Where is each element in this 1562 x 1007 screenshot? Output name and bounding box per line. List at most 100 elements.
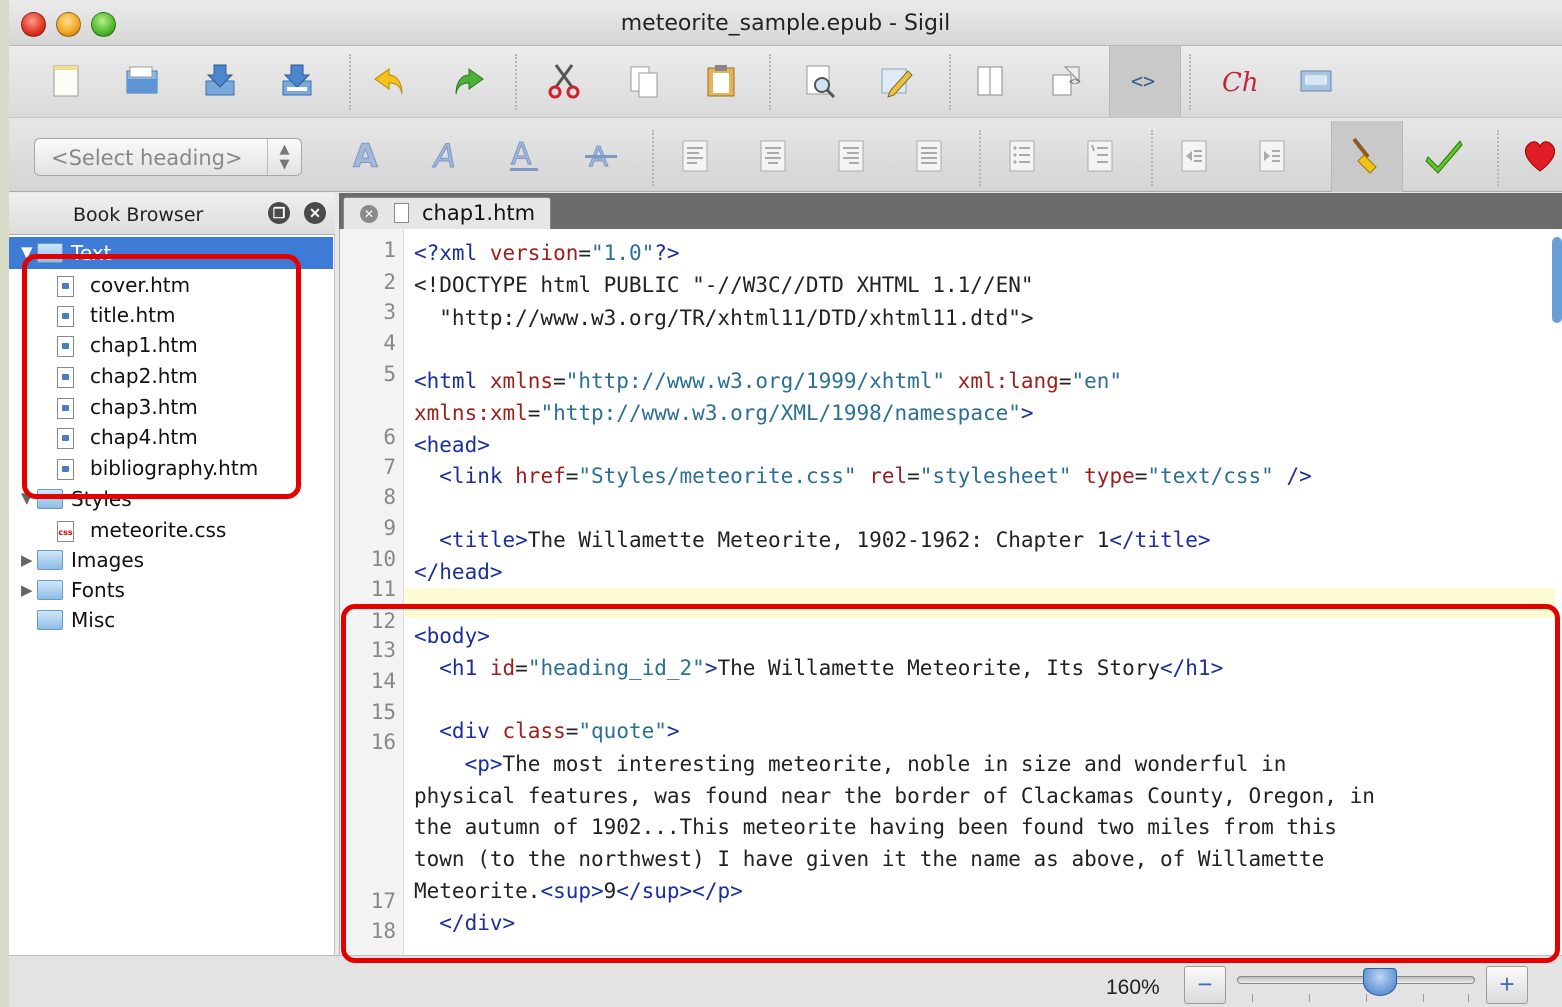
- code-token: <link: [414, 464, 516, 488]
- close-tab-icon[interactable]: ✕: [360, 205, 378, 223]
- code-token: =: [515, 656, 528, 680]
- folder-icon: [37, 550, 63, 570]
- chevron-right-icon[interactable]: ▶: [21, 551, 33, 569]
- code-token: "heading_id_2": [527, 656, 705, 680]
- main-toolbar: <> <> Ch: [9, 46, 1562, 118]
- code-token: version: [489, 241, 579, 265]
- chevron-down-icon[interactable]: ▼: [21, 243, 33, 261]
- numbered-list-icon[interactable]: [1077, 132, 1123, 178]
- code-line-16-wrap-1: <p>The most interesting meteorite, noble…: [414, 752, 1287, 776]
- line-number: 8: [383, 485, 396, 509]
- float-panel-icon[interactable]: ❐: [268, 202, 290, 224]
- code-token: href: [515, 464, 566, 488]
- increase-indent-icon[interactable]: [1249, 132, 1295, 178]
- clean-source-icon[interactable]: [1343, 132, 1389, 178]
- code-token: <html: [414, 369, 490, 393]
- zoom-in-button[interactable]: +: [1486, 966, 1528, 1004]
- chevron-down-icon[interactable]: ▼: [21, 489, 33, 507]
- paste-icon[interactable]: [698, 58, 744, 104]
- align-right-icon[interactable]: [828, 132, 874, 178]
- code-line-17: Meteorite.<sup>9</sup></p>: [414, 879, 743, 903]
- code-token: >: [1020, 401, 1034, 425]
- code-token: Meteorite.: [414, 879, 541, 903]
- vertical-scrollbar[interactable]: [1552, 237, 1562, 323]
- validate-icon[interactable]: [1421, 132, 1467, 178]
- html-file-icon: [57, 428, 74, 449]
- open-icon[interactable]: [119, 58, 165, 104]
- tiles-icon[interactable]: [1293, 58, 1339, 104]
- tree-file-label: meteorite.css: [90, 518, 227, 542]
- save-as-icon[interactable]: [274, 58, 320, 104]
- html-file-icon: [57, 398, 74, 419]
- donate-icon[interactable]: [1517, 132, 1562, 178]
- line-number: 5: [383, 362, 396, 386]
- line-number: 18: [370, 919, 396, 943]
- zoom-out-button[interactable]: −: [1184, 966, 1226, 1004]
- code-line-14: <h1 id="heading_id_2">The Willamette Met…: [414, 656, 1223, 680]
- tree-file-label: chap3.htm: [90, 395, 198, 419]
- bold-icon[interactable]: A: [344, 132, 390, 178]
- code-token: 9: [603, 879, 617, 903]
- line-number: 4: [383, 331, 396, 355]
- tab-label: chap1.htm: [422, 201, 536, 225]
- chevron-right-icon[interactable]: ▶: [21, 581, 33, 599]
- status-bar: 160% − +: [9, 955, 1562, 1007]
- code-token: "quote": [578, 719, 667, 743]
- new-file-icon[interactable]: [42, 58, 88, 104]
- book-view-icon[interactable]: [967, 58, 1013, 104]
- code-view-icon[interactable]: <>: [1122, 58, 1168, 104]
- strikethrough-icon[interactable]: A: [578, 132, 624, 178]
- tab-chap1[interactable]: ✕ chap1.htm: [343, 197, 551, 229]
- code-line-5: <html xmlns="http://www.w3.org/1999/xhtm…: [414, 369, 1122, 393]
- close-panel-icon[interactable]: ✕: [304, 202, 326, 224]
- code-line-1: <?xml version="1.0"?>: [414, 241, 680, 265]
- code-token: <title>: [414, 528, 528, 552]
- code-token: rel: [869, 464, 908, 488]
- title-bar: meteorite_sample.epub - Sigil: [9, 0, 1562, 46]
- code-line-16-wrap-3: the autumn of 1902...This meteorite havi…: [414, 815, 1337, 839]
- code-token: =: [907, 464, 920, 488]
- align-center-icon[interactable]: [750, 132, 796, 178]
- bullet-list-icon[interactable]: [999, 132, 1045, 178]
- code-line-2: <!DOCTYPE html PUBLIC "-//W3C//DTD XHTML…: [414, 273, 1034, 297]
- line-number: 17: [370, 889, 396, 913]
- code-token: "Styles/meteorite.css": [578, 464, 870, 488]
- code-token: class: [502, 719, 566, 743]
- align-left-icon[interactable]: [672, 132, 718, 178]
- undo-icon[interactable]: [366, 58, 412, 104]
- cut-icon[interactable]: [541, 58, 587, 104]
- code-line-5-wrap: xmlns:xml="http://www.w3.org/XML/1998/na…: [414, 401, 1034, 425]
- spellcheck-icon[interactable]: Ch: [1215, 58, 1261, 104]
- html-file-icon: [57, 276, 74, 297]
- code-token: The Willamette Meteorite, Its Story: [717, 656, 1160, 680]
- svg-text:A: A: [511, 137, 532, 172]
- svg-text:A: A: [353, 137, 378, 175]
- code-token: </h1>: [1160, 656, 1224, 680]
- code-token: =: [1058, 369, 1072, 393]
- line-number: 11: [370, 577, 396, 601]
- zoom-slider[interactable]: [1237, 976, 1475, 984]
- code-token: "http://www.w3.org/XML/1998/namespace": [540, 401, 1021, 425]
- meta-editor-icon[interactable]: [873, 58, 919, 104]
- book-browser-header: Book Browser ❐ ✕: [9, 193, 335, 235]
- code-token: =: [1134, 464, 1148, 488]
- copy-icon[interactable]: [621, 58, 667, 104]
- code-token: =: [527, 401, 541, 425]
- zoom-slider-handle[interactable]: [1362, 968, 1397, 996]
- redo-icon[interactable]: [446, 58, 492, 104]
- decrease-indent-icon[interactable]: [1171, 132, 1217, 178]
- heading-select[interactable]: <Select heading> ▲ ▼: [34, 138, 302, 176]
- folder-icon: [37, 489, 63, 509]
- line-number: 13: [370, 638, 396, 662]
- align-justify-icon[interactable]: [906, 132, 952, 178]
- save-icon[interactable]: [197, 58, 243, 104]
- code-token: <p>: [414, 752, 503, 776]
- find-replace-icon[interactable]: [797, 58, 843, 104]
- heading-select-value: <Select heading>: [51, 146, 243, 170]
- html-file-icon: [57, 306, 74, 327]
- code-editor[interactable]: 1 2 3 4 5 6 7 8 9 10 11 12 13 14 15 16 1…: [339, 229, 1562, 955]
- italic-icon[interactable]: A: [423, 132, 469, 178]
- html-file-icon: [394, 203, 409, 223]
- split-view-icon[interactable]: <>: [1044, 58, 1090, 104]
- underline-icon[interactable]: A: [501, 132, 547, 178]
